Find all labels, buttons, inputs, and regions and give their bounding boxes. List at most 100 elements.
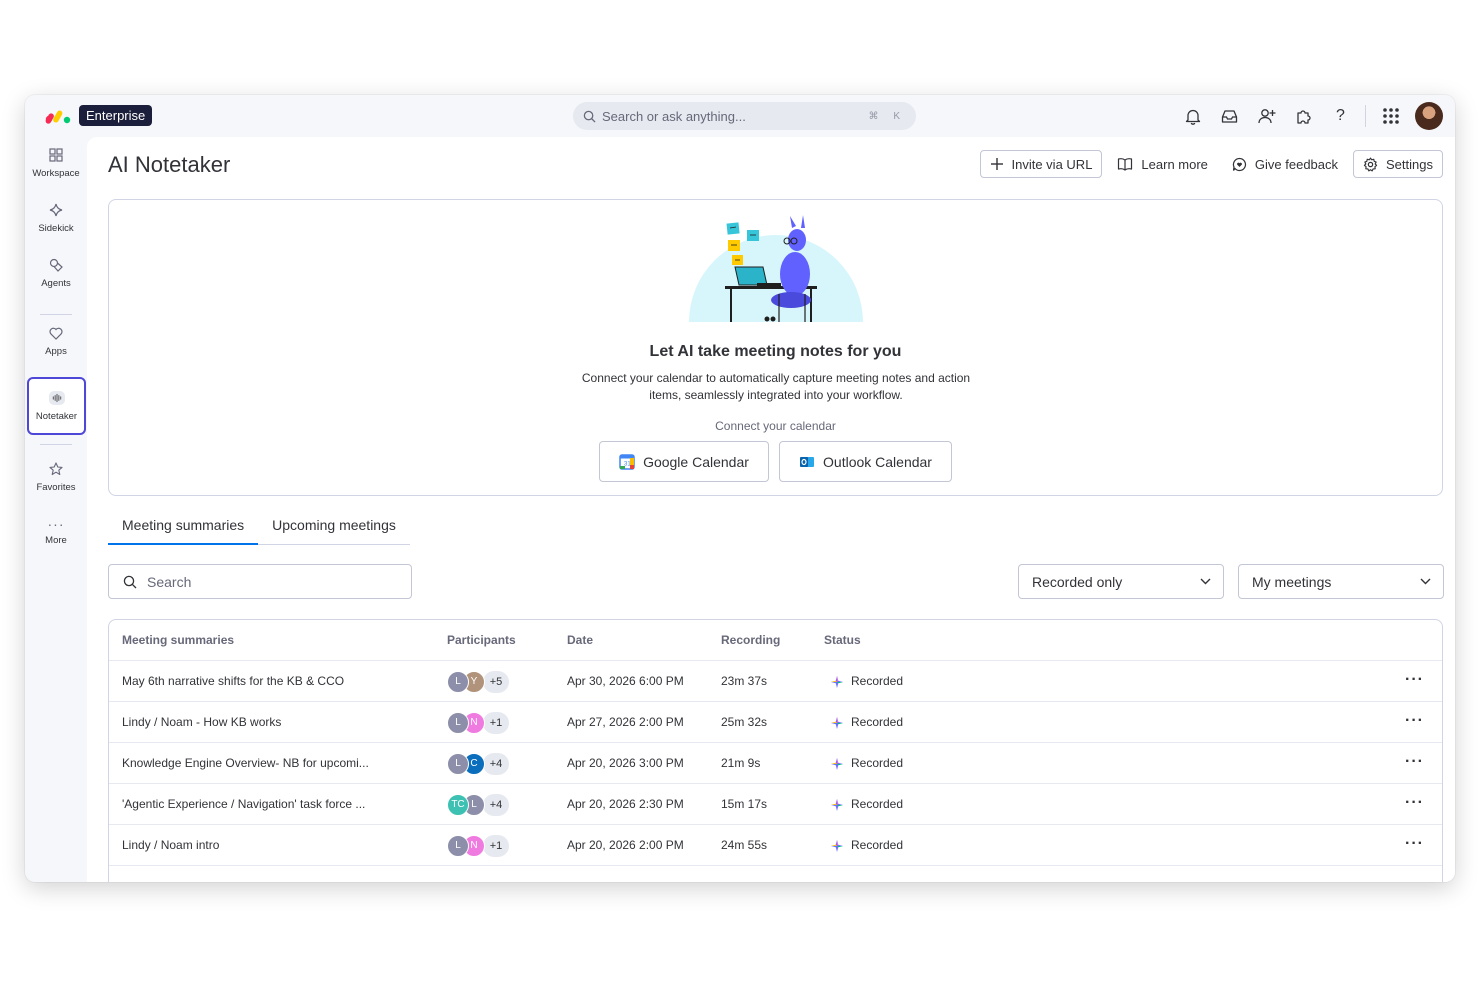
recorded-filter-dropdown[interactable]: Recorded only <box>1018 564 1224 599</box>
sparkle-status-icon <box>831 798 843 811</box>
participant-avatars[interactable]: LN +1 <box>447 702 509 743</box>
bell-icon[interactable] <box>1174 100 1211 132</box>
google-calendar-button[interactable]: 31 Google Calendar <box>599 441 769 482</box>
sidebar-item-label: Apps <box>45 346 67 357</box>
search-icon <box>123 575 137 588</box>
sidebar-item-workspace[interactable]: Workspace <box>28 137 84 189</box>
user-avatar[interactable] <box>1415 102 1443 130</box>
sidebar-divider <box>40 444 72 445</box>
learn-more-button[interactable]: Learn more <box>1108 150 1216 178</box>
recording-duration: 25m 32s <box>721 715 768 729</box>
app-window: Enterprise Search or ask anything... ⌘ K… <box>25 95 1455 882</box>
tab-meeting-summaries[interactable]: Meeting summaries <box>108 509 259 545</box>
help-icon[interactable]: ? <box>1322 100 1359 132</box>
column-header-recording[interactable]: Recording <box>721 620 780 661</box>
learn-more-label: Learn more <box>1141 156 1208 172</box>
topbar-divider <box>1365 105 1366 127</box>
row-more-actions-icon[interactable]: ··· <box>1405 661 1424 702</box>
sparkle-status-icon <box>831 839 843 852</box>
meeting-date: Apr 27, 2026 2:00 PM <box>567 715 684 729</box>
monday-logo[interactable] <box>44 107 72 125</box>
table-header-row: Meeting summaries Participants Date Reco… <box>109 620 1442 661</box>
column-header-participants[interactable]: Participants <box>447 620 516 661</box>
sidebar-item-favorites[interactable]: Favorites <box>28 451 84 503</box>
participants-more-badge: +1 <box>483 834 509 857</box>
status-text: Recorded <box>851 797 904 811</box>
sidebar-item-label: More <box>45 534 67 546</box>
search-shortcut: ⌘ K <box>868 110 906 122</box>
recording-duration: 15m 17s <box>721 797 768 811</box>
sidebar-item-notetaker[interactable]: Notetaker <box>27 377 86 435</box>
empty-state-description: Connect your calendar to automatically c… <box>581 371 971 402</box>
meeting-tabs: Meeting summaries Upcoming meetings <box>108 509 410 545</box>
table-row[interactable]: Knowledge Engine Overview- NB for upcomi… <box>109 743 1442 784</box>
my-meetings-dropdown[interactable]: My meetings <box>1238 564 1444 599</box>
recording-duration: 24m 55s <box>721 838 768 852</box>
invite-member-icon[interactable] <box>1248 100 1285 132</box>
meeting-date: Apr 20, 2026 2:30 PM <box>567 797 684 811</box>
participant-avatars[interactable]: LC +4 <box>447 743 509 784</box>
row-more-actions-icon[interactable]: ··· <box>1405 702 1424 743</box>
sidebar-item-label: Agents <box>41 277 71 289</box>
participant-avatar: L <box>447 834 469 857</box>
status-text: Recorded <box>851 838 904 852</box>
row-more-actions-icon[interactable]: ··· <box>1405 825 1424 866</box>
participant-avatars[interactable]: LN +1 <box>447 825 509 866</box>
sparkle-icon <box>49 203 63 216</box>
meeting-title[interactable]: 'Agentic Experience / Navigation' task f… <box>122 784 365 825</box>
give-feedback-button[interactable]: Give feedback <box>1223 150 1347 178</box>
gear-icon <box>1363 157 1378 171</box>
table-row-partial <box>109 866 1442 882</box>
sidebar-item-sidekick[interactable]: Sidekick <box>28 192 84 244</box>
column-header-date[interactable]: Date <box>567 620 593 661</box>
participant-avatars[interactable]: TC L +4 <box>447 784 509 825</box>
column-header-status[interactable]: Status <box>824 620 861 661</box>
row-more-actions-icon[interactable]: ··· <box>1405 743 1424 784</box>
header-actions: Invite via URL Learn more Give feedback … <box>979 150 1443 178</box>
sidebar-item-agents[interactable]: Agents <box>28 247 84 299</box>
meeting-title[interactable]: Knowledge Engine Overview- NB for upcomi… <box>122 743 369 784</box>
sidebar-item-more[interactable]: ··· More <box>28 506 84 558</box>
table-row[interactable]: Lindy / Noam intro LN +1 Apr 20, 2026 2:… <box>109 825 1442 866</box>
meeting-title[interactable]: Lindy / Noam intro <box>122 825 219 866</box>
status-text: Recorded <box>851 674 904 688</box>
inbox-icon[interactable] <box>1211 100 1248 132</box>
participant-avatars <box>447 874 505 882</box>
participants-more-badge: +4 <box>483 752 509 775</box>
sparkle-status-icon <box>831 757 843 770</box>
app-grid-icon[interactable] <box>1372 100 1409 132</box>
recording-duration: 21m 9s <box>721 756 761 770</box>
connect-calendar-label: Connect your calendar <box>715 419 836 433</box>
my-meetings-value: My meetings <box>1252 573 1332 590</box>
sidebar-item-label: Sidekick <box>38 222 74 234</box>
global-search[interactable]: Search or ask anything... ⌘ K <box>573 102 916 130</box>
invite-via-url-button[interactable]: Invite via URL <box>979 150 1103 178</box>
meeting-title[interactable]: May 6th narrative shifts for the KB & CC… <box>122 661 344 702</box>
meeting-title[interactable]: Lindy / Noam - How KB works <box>122 702 281 743</box>
sidebar-item-apps[interactable]: Apps <box>28 316 84 368</box>
feedback-icon <box>1232 157 1246 171</box>
apps-marketplace-icon[interactable] <box>1285 100 1322 132</box>
row-more-actions-icon[interactable]: ··· <box>1405 784 1424 825</box>
agents-icon <box>49 258 63 272</box>
settings-button[interactable]: Settings <box>1353 150 1443 178</box>
status-text: Recorded <box>851 715 904 729</box>
tab-upcoming-meetings[interactable]: Upcoming meetings <box>258 509 410 545</box>
star-icon <box>49 461 63 475</box>
table-row[interactable]: 'Agentic Experience / Navigation' task f… <box>109 784 1442 825</box>
meeting-date: Apr 20, 2026 2:00 PM <box>567 838 684 852</box>
participant-avatars[interactable]: LY +5 <box>447 661 509 702</box>
waveform-icon <box>48 390 65 405</box>
outlook-calendar-button[interactable]: Outlook Calendar <box>779 441 952 482</box>
meeting-search-placeholder: Search <box>147 573 192 590</box>
chevron-down-icon <box>1200 578 1211 585</box>
meeting-search-input[interactable]: Search <box>108 564 412 599</box>
recording-duration: 23m 37s <box>721 674 768 688</box>
chevron-down-icon <box>1420 578 1431 585</box>
table-row[interactable]: Lindy / Noam - How KB works LN +1 Apr 27… <box>109 702 1442 743</box>
svg-text:31: 31 <box>624 461 631 467</box>
column-header-meeting[interactable]: Meeting summaries <box>122 620 234 661</box>
sidebar-item-label: Workspace <box>32 167 80 179</box>
table-row[interactable]: May 6th narrative shifts for the KB & CC… <box>109 661 1442 702</box>
participant-avatar: L <box>447 752 469 775</box>
